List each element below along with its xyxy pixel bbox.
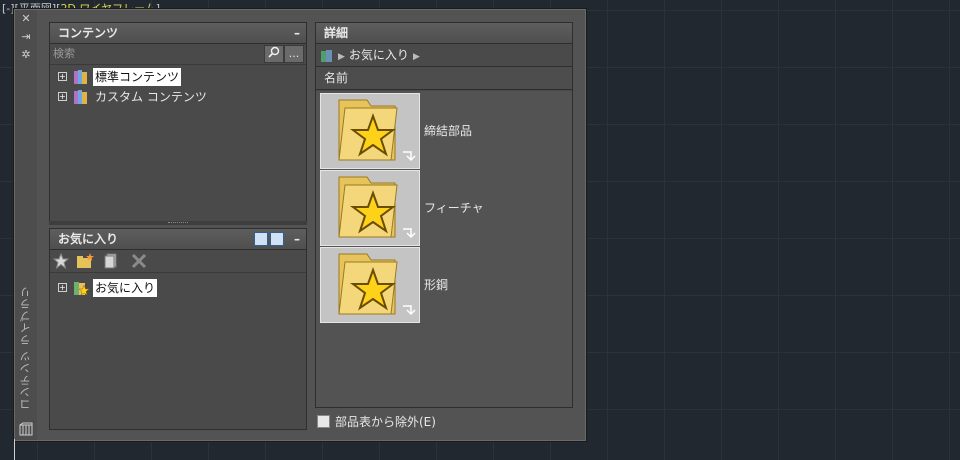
favorites-pane-header[interactable]: お気に入り – [50, 229, 306, 250]
folder-label: フィーチャ [424, 201, 484, 215]
tree-item-favorites[interactable]: + お気に入り [58, 278, 158, 297]
auto-hide-icon[interactable]: ⇥ [19, 30, 33, 44]
favorites-pane: お気に入り – + お気に入り [49, 228, 307, 430]
tree-label: カスタム コンテンツ [95, 89, 207, 104]
favorite-folder-item[interactable]: 締結部品 [320, 93, 560, 169]
copy-icon[interactable] [102, 253, 120, 269]
link-view-icon[interactable] [270, 232, 284, 246]
search-options-button[interactable]: ... [284, 45, 304, 63]
content-pane-header[interactable]: コンテンツ – [50, 23, 306, 44]
tree-item-standard-content[interactable]: + 標準コンテンツ [58, 67, 182, 86]
details-pane-header: 詳細 [316, 23, 572, 44]
content-library-palette: ✕ ⇥ ✲ コンテンツ ライブラリ コンテンツ – ... + 標準コンテンツ +… [14, 9, 586, 441]
tree-label: お気に入り [93, 278, 158, 297]
list-view-icon[interactable] [254, 232, 268, 246]
breadcrumb-item[interactable]: お気に入り [349, 48, 409, 62]
details-pane: 詳細 ▶ お気に入り ▶ 名前 締結部品 フィーチャ 形鋼 [315, 22, 573, 408]
breadcrumb: ▶ お気に入り ▶ [316, 44, 572, 67]
expand-icon[interactable]: + [58, 72, 67, 81]
exclude-from-bom-checkbox[interactable] [317, 415, 330, 428]
breadcrumb-arrow-icon[interactable]: ▶ [413, 52, 420, 62]
details-pane-title: 詳細 [324, 26, 349, 40]
details-content-list: 締結部品 フィーチャ 形鋼 [316, 91, 572, 407]
library-books-icon [74, 89, 87, 104]
library-icon[interactable] [19, 422, 33, 436]
crosshair-cursor [14, 439, 15, 460]
star-folder-icon [338, 253, 416, 316]
content-pane: コンテンツ – ... + 標準コンテンツ + カスタム コンテンツ [49, 22, 307, 222]
tree-label: 標準コンテンツ [93, 67, 182, 86]
star-folder-icon [338, 99, 416, 162]
pane-splitter[interactable] [49, 221, 307, 225]
delete-icon[interactable] [130, 253, 148, 269]
properties-gear-icon[interactable]: ✲ [19, 48, 33, 62]
star-folder-icon [338, 176, 416, 239]
favorites-folder-icon [74, 281, 89, 296]
exclude-from-bom-label: 部品表から除外(E) [335, 415, 436, 429]
folder-label: 締結部品 [424, 124, 473, 138]
favorite-folder-item[interactable]: フィーチャ [320, 170, 560, 246]
expand-icon[interactable]: + [58, 92, 67, 101]
content-pane-collapse-button[interactable]: – [294, 23, 300, 43]
favorites-toolbar [50, 250, 306, 273]
close-icon[interactable]: ✕ [19, 12, 33, 26]
library-root-icon[interactable] [320, 49, 334, 63]
content-pane-title: コンテンツ [58, 26, 119, 40]
favorite-folder-thumbnail [320, 170, 420, 246]
search-input[interactable] [51, 45, 265, 61]
new-folder-icon[interactable] [76, 253, 94, 269]
search-icon [268, 46, 280, 58]
favorites-pane-collapse-button[interactable]: – [294, 229, 300, 249]
favorite-folder-thumbnail [320, 247, 420, 323]
favorite-folder-thumbnail [320, 93, 420, 169]
folder-label: 形鋼 [424, 278, 449, 292]
library-books-icon [74, 69, 87, 84]
splitter-grip-icon [168, 222, 188, 225]
favorites-pane-title: お気に入り [58, 232, 119, 246]
favorite-folder-item[interactable]: 形鋼 [320, 247, 560, 323]
expand-icon[interactable]: + [58, 283, 67, 292]
search-button[interactable] [264, 45, 284, 63]
search-row: ... [50, 44, 306, 65]
name-column-header[interactable]: 名前 [316, 67, 572, 90]
breadcrumb-arrow-icon[interactable]: ▶ [338, 52, 345, 62]
add-favorite-star-icon[interactable] [52, 253, 70, 269]
palette-title: コンテンツ ライブラリ [19, 285, 32, 411]
tree-item-custom-content[interactable]: + カスタム コンテンツ [58, 87, 209, 105]
palette-title-strip[interactable]: ✕ ⇥ ✲ コンテンツ ライブラリ [15, 10, 37, 440]
